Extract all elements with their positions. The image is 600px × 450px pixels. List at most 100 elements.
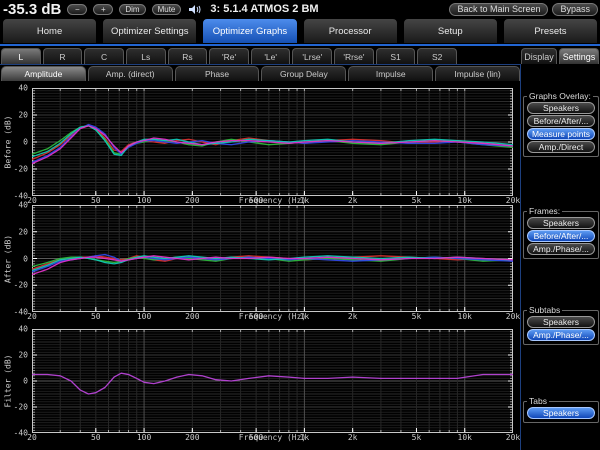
- tab-display[interactable]: Display: [521, 48, 557, 64]
- subtabs-label: Subtabs: [527, 305, 562, 315]
- graph-type-tabs: Amplitude Amp. (direct) Phase Group Dela…: [1, 66, 520, 81]
- mute-button[interactable]: Mute: [152, 4, 182, 15]
- tab-impulse-lin[interactable]: Impulse (lin): [435, 66, 520, 81]
- preset-title: 3: 5.1.4 ATMOS 2 BM: [210, 3, 318, 15]
- x-tick-label: 100: [137, 433, 151, 442]
- settings-sidebar: Graphs Overlay: Speakers Before/After/..…: [520, 64, 600, 450]
- x-tick-label: 50: [91, 196, 101, 205]
- y-tick-label: 20: [18, 111, 28, 120]
- top-bar: -35.3 dB − + Dim Mute 3: 5.1.4 ATMOS 2 B…: [0, 0, 600, 18]
- overlay-before-after-button[interactable]: Before/After/...: [527, 115, 595, 127]
- tabs-speakers-button[interactable]: Speakers: [527, 407, 595, 419]
- master-volume-display: -35.3 dB: [3, 1, 61, 18]
- x-tick-label: 5k: [412, 196, 422, 205]
- main-nav-tabs: Home Optimizer Settings Optimizer Graphs…: [0, 18, 600, 44]
- channel-tabs: L R C Ls Rs 'Re' 'Le' 'Lrse' 'Rrse' S1 S…: [1, 48, 457, 64]
- graphs-overlay-group: Graphs Overlay: Speakers Before/After/..…: [523, 96, 599, 157]
- y-tick-label: 40: [18, 84, 28, 93]
- frames-speakers-button[interactable]: Speakers: [527, 217, 595, 229]
- x-tick-label: 200: [185, 433, 199, 442]
- tab-home[interactable]: Home: [2, 18, 97, 44]
- tab-channel-lrse[interactable]: 'Lrse': [292, 48, 332, 64]
- x-tick-label: 200: [185, 196, 199, 205]
- tab-channel-rs[interactable]: Rs: [168, 48, 208, 64]
- x-axis-title: Frequency (Hz): [239, 312, 306, 321]
- x-tick-label: 2k: [348, 433, 358, 442]
- y-tick-label: -20: [14, 165, 28, 174]
- x-tick-label: 20k: [506, 312, 520, 321]
- tab-processor[interactable]: Processor: [303, 18, 398, 44]
- x-tick-label: 5k: [412, 312, 422, 321]
- tab-channel-rrse[interactable]: 'Rrse': [334, 48, 374, 64]
- overlay-amp-direct-button[interactable]: Amp./Direct: [527, 141, 595, 153]
- x-tick-label: 10k: [458, 312, 472, 321]
- x-tick-label: 20k: [506, 433, 520, 442]
- before-x-ticks: 20501002005001k2k5k10k20kFrequency (Hz): [32, 196, 513, 205]
- tab-amp-direct[interactable]: Amp. (direct): [88, 66, 173, 81]
- x-tick-label: 100: [137, 312, 151, 321]
- x-tick-label: 10k: [458, 196, 472, 205]
- tab-group-delay[interactable]: Group Delay: [261, 66, 346, 81]
- before-plot: [32, 88, 513, 196]
- tab-impulse[interactable]: Impulse: [348, 66, 433, 81]
- nav-accent-line: [0, 44, 600, 46]
- x-tick-label: 10k: [458, 433, 472, 442]
- optimizer-graphs-screen: -35.3 dB − + Dim Mute 3: 5.1.4 ATMOS 2 B…: [0, 0, 600, 450]
- tab-channel-c[interactable]: C: [84, 48, 124, 64]
- y-tick-label: -40: [14, 308, 28, 317]
- y-tick-label: -20: [14, 403, 28, 412]
- after-graph: After (dB) 40200-20-40 20501002005001k2k…: [0, 205, 520, 312]
- x-tick-label: 50: [91, 312, 101, 321]
- frames-before-after-button[interactable]: Before/After/...: [527, 230, 595, 242]
- tab-channel-s2[interactable]: S2: [417, 48, 457, 64]
- y-tick-label: 20: [18, 227, 28, 236]
- series-c: [32, 125, 513, 163]
- x-axis-title: Frequency (Hz): [239, 196, 306, 205]
- tab-optimizer-settings[interactable]: Optimizer Settings: [102, 18, 197, 44]
- tab-setup[interactable]: Setup: [403, 18, 498, 44]
- x-tick-label: 20: [27, 196, 37, 205]
- tab-presets[interactable]: Presets: [503, 18, 598, 44]
- subtabs-speakers-button[interactable]: Speakers: [527, 316, 595, 328]
- tab-optimizer-graphs[interactable]: Optimizer Graphs: [202, 18, 297, 44]
- channel-accent-line: [0, 64, 520, 65]
- volume-down-button[interactable]: −: [67, 4, 87, 15]
- filter-graph: Filter (dB) 40200-20-40 20501002005001k2…: [0, 329, 520, 433]
- y-tick-label: 0: [23, 377, 28, 386]
- tabs-label: Tabs: [527, 396, 549, 406]
- after-y-ticks: 40200-20-40: [0, 205, 29, 312]
- tab-channel-s1[interactable]: S1: [376, 48, 416, 64]
- frames-group: Frames: Speakers Before/After/... Amp./P…: [523, 211, 599, 259]
- speaker-icon: [188, 4, 202, 15]
- frames-amp-phase-button[interactable]: Amp./Phase/...: [527, 243, 595, 255]
- tab-channel-r[interactable]: R: [43, 48, 83, 64]
- tab-channel-re[interactable]: 'Re': [209, 48, 249, 64]
- x-tick-label: 2k: [348, 196, 358, 205]
- y-tick-label: -20: [14, 281, 28, 290]
- back-to-main-screen-button[interactable]: Back to Main Screen: [449, 3, 548, 16]
- overlay-measure-points-button[interactable]: Measure points: [527, 128, 595, 140]
- x-tick-label: 20k: [506, 196, 520, 205]
- dim-button[interactable]: Dim: [119, 4, 145, 15]
- tab-amplitude[interactable]: Amplitude: [1, 66, 86, 81]
- tab-channel-l[interactable]: L: [1, 48, 41, 64]
- tab-channel-le[interactable]: 'Le': [251, 48, 291, 64]
- y-tick-label: 40: [18, 325, 28, 334]
- filter-y-ticks: 40200-20-40: [0, 329, 29, 433]
- tab-phase[interactable]: Phase: [175, 66, 260, 81]
- y-tick-label: 20: [18, 351, 28, 360]
- subtabs-amp-phase-button[interactable]: Amp./Phase/...: [527, 329, 595, 341]
- x-axis-title: Frequency (Hz): [239, 433, 306, 442]
- overlay-speakers-button[interactable]: Speakers: [527, 102, 595, 114]
- x-tick-label: 20: [27, 312, 37, 321]
- frames-label: Frames:: [527, 206, 562, 216]
- filter-plot: [32, 329, 513, 433]
- tab-channel-ls[interactable]: Ls: [126, 48, 166, 64]
- tab-settings[interactable]: Settings: [559, 48, 599, 64]
- graphs-overlay-label: Graphs Overlay:: [527, 91, 593, 101]
- subtabs-group: Subtabs Speakers Amp./Phase/...: [523, 310, 599, 345]
- bypass-button[interactable]: Bypass: [552, 3, 598, 16]
- volume-up-button[interactable]: +: [93, 4, 113, 15]
- y-tick-label: 0: [23, 254, 28, 263]
- x-tick-label: 5k: [412, 433, 422, 442]
